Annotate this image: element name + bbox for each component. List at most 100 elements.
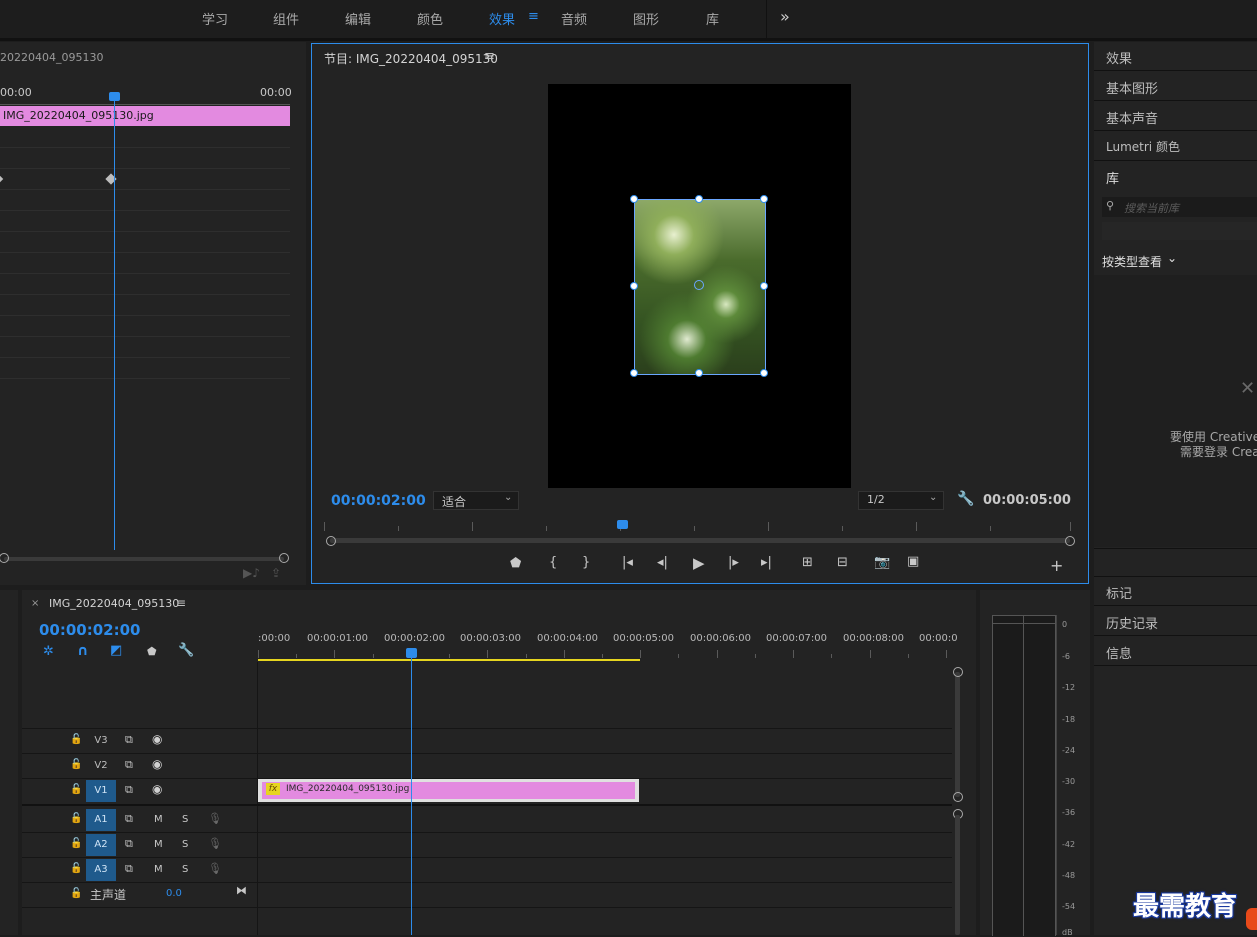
transform-handle[interactable] (630, 282, 638, 290)
eye-icon[interactable]: ◉ (152, 782, 162, 796)
workspace-tab-libraries[interactable]: 库 (706, 9, 719, 28)
camera-icon[interactable]: 📷 (874, 555, 890, 570)
master-volume-value[interactable]: 0.0 (166, 888, 182, 899)
eye-icon[interactable]: ◉ (152, 732, 162, 746)
lock-icon[interactable]: 🔓 (70, 813, 82, 824)
mute-button[interactable]: M (154, 839, 163, 850)
source-scrollbar[interactable] (4, 557, 284, 561)
transform-handle[interactable] (695, 195, 703, 203)
track-target-v3[interactable]: V3 (86, 730, 116, 752)
step-forward-icon[interactable]: |▸ (728, 555, 739, 570)
timeline-clip[interactable]: fx IMG_20220404_095130.jpg (258, 779, 639, 802)
transform-handle[interactable] (695, 369, 703, 377)
workspace-tab-learn[interactable]: 学习 (202, 9, 228, 28)
lock-icon[interactable]: 🔓 (70, 888, 82, 899)
timeline-settings-wrench-icon[interactable]: 🔧 (178, 643, 194, 658)
mute-button[interactable]: M (154, 814, 163, 825)
lock-icon[interactable]: 🔓 (70, 734, 82, 745)
solo-button[interactable]: S (182, 839, 188, 850)
mute-button[interactable]: M (154, 864, 163, 875)
solo-button[interactable]: S (182, 864, 188, 875)
lift-icon[interactable]: ⊞ (802, 555, 813, 570)
scroll-handle-bottom[interactable] (953, 792, 963, 802)
play-icon[interactable]: ▶ (693, 554, 705, 572)
add-marker-icon[interactable]: ⬟ (510, 556, 521, 571)
extract-icon[interactable]: ⊟ (837, 555, 848, 570)
scroll-handle-right[interactable] (279, 553, 289, 563)
workspace-menu-icon[interactable]: ≡ (528, 9, 539, 24)
add-button-icon[interactable]: + (1050, 556, 1063, 575)
transform-handle[interactable] (760, 369, 768, 377)
transform-handle[interactable] (630, 195, 638, 203)
program-timecode[interactable]: 00:00:02:00 (331, 493, 426, 509)
wrench-icon[interactable]: 🔧 (957, 491, 974, 507)
fit-dropdown[interactable]: 适合 ⌄ (433, 491, 519, 510)
library-search-field[interactable]: ⚲ 搜索当前库 (1102, 197, 1257, 217)
timeline-ruler[interactable]: :00:00 00:00:01:00 00:00:02:00 00:00:03:… (258, 630, 958, 662)
nest-icon[interactable]: ✲ (43, 644, 54, 659)
sequence-menu-icon[interactable]: ≡ (176, 596, 186, 610)
close-icon[interactable]: × (31, 598, 39, 609)
panel-info[interactable]: 信息 (1106, 643, 1132, 662)
microphone-icon[interactable]: 🎙 (208, 837, 222, 850)
program-ruler[interactable] (324, 522, 1072, 532)
eye-icon[interactable]: ◉ (152, 757, 162, 771)
solo-button[interactable]: S (182, 814, 188, 825)
comparison-view-icon[interactable]: ▣ (907, 554, 919, 569)
resolution-dropdown[interactable]: 1/2 ⌄ (858, 491, 944, 510)
track-target-v1[interactable]: V1 (86, 780, 116, 802)
source-clip[interactable]: IMG_20220404_095130.jpg (0, 106, 290, 126)
timeline-timecode[interactable]: 00:00:02:00 (39, 621, 141, 639)
work-area-bar[interactable] (258, 659, 640, 661)
sequence-tab[interactable]: IMG_20220404_095130 (49, 597, 179, 610)
anchor-point-icon[interactable] (694, 280, 704, 290)
track-target-a3[interactable]: A3 (86, 859, 116, 881)
workspace-tab-color[interactable]: 颜色 (417, 9, 443, 28)
workspace-tab-assembly[interactable]: 组件 (273, 9, 299, 28)
microphone-icon[interactable]: 🎙 (208, 812, 222, 825)
add-marker-icon[interactable]: ⬟ (147, 645, 157, 658)
sync-lock-icon[interactable]: ⧉ (125, 733, 133, 747)
audio-track-scrollbar[interactable] (955, 815, 960, 935)
program-playhead[interactable] (617, 520, 628, 529)
linked-selection-icon[interactable]: ◩ (110, 643, 122, 658)
lock-icon[interactable]: 🔓 (70, 863, 82, 874)
source-ruler[interactable] (0, 100, 290, 105)
lock-icon[interactable]: 🔓 (70, 759, 82, 770)
transform-handle[interactable] (760, 282, 768, 290)
workspace-tab-graphics[interactable]: 图形 (633, 9, 659, 28)
source-playhead-handle[interactable] (109, 92, 120, 101)
go-to-out-icon[interactable]: ▸| (761, 555, 772, 570)
workspace-tab-editing[interactable]: 编辑 (345, 9, 371, 28)
transform-handle[interactable] (760, 195, 768, 203)
keyframe-icon[interactable] (0, 174, 4, 184)
panel-essential-graphics[interactable]: 基本图形 (1106, 78, 1158, 97)
panel-essential-sound[interactable]: 基本声音 (1106, 108, 1158, 127)
sync-lock-icon[interactable]: ⧉ (125, 837, 133, 851)
transform-handle[interactable] (630, 369, 638, 377)
lock-icon[interactable]: 🔓 (70, 838, 82, 849)
program-menu-icon[interactable]: ≡ (484, 49, 495, 64)
scroll-handle-right[interactable] (1065, 536, 1075, 546)
sync-lock-icon[interactable]: ⧉ (125, 812, 133, 826)
sync-lock-icon[interactable]: ⧉ (125, 783, 133, 797)
fx-badge[interactable]: fx (266, 783, 280, 795)
panel-history[interactable]: 历史记录 (1106, 613, 1158, 632)
panel-markers[interactable]: 标记 (1106, 583, 1132, 602)
program-scrollbar[interactable] (330, 538, 1070, 543)
scroll-handle-left[interactable] (0, 553, 9, 563)
track-target-a2[interactable]: A2 (86, 834, 116, 856)
scroll-handle-top[interactable] (953, 667, 963, 677)
mark-in-icon[interactable]: { (549, 555, 557, 570)
panel-libraries[interactable]: 库 (1106, 168, 1119, 187)
view-by-type-dropdown[interactable]: 按类型查看 (1102, 253, 1162, 270)
go-to-end-icon[interactable]: ⧓ (236, 884, 247, 897)
track-target-a1[interactable]: A1 (86, 809, 116, 831)
video-canvas[interactable] (548, 84, 851, 488)
panel-effects[interactable]: 效果 (1106, 48, 1132, 67)
video-track-scrollbar[interactable] (955, 672, 960, 797)
step-back-icon[interactable]: ◂| (657, 555, 668, 570)
microphone-icon[interactable]: 🎙 (208, 862, 222, 875)
scroll-handle-left[interactable] (326, 536, 336, 546)
source-playhead-line[interactable] (114, 100, 115, 550)
